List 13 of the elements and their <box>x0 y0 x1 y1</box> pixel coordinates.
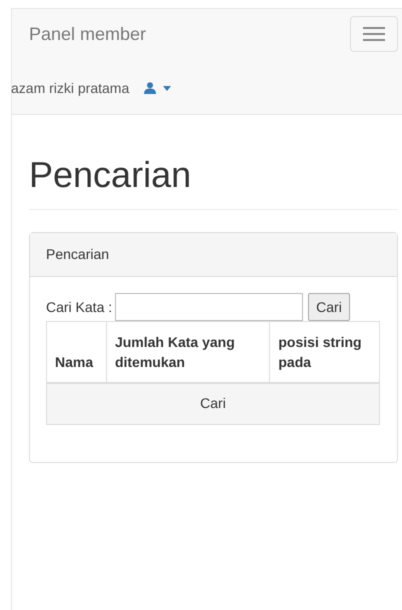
brand-title[interactable]: Panel member <box>29 20 146 48</box>
page-title: Pencarian <box>29 155 398 210</box>
column-header: Nama <box>46 322 106 382</box>
search-field[interactable] <box>115 293 304 321</box>
user-icon <box>144 82 156 94</box>
user-menu-toggle[interactable] <box>144 82 172 94</box>
search-button[interactable]: Cari <box>47 384 379 424</box>
search-label: Cari Kata : <box>46 298 112 316</box>
menu-button[interactable] <box>350 16 398 52</box>
panel-title: Pencarian <box>46 245 110 264</box>
search-button[interactable]: Cari <box>308 293 350 321</box>
user-name: azam rizki pratama <box>11 78 130 98</box>
caret-icon <box>163 86 172 90</box>
